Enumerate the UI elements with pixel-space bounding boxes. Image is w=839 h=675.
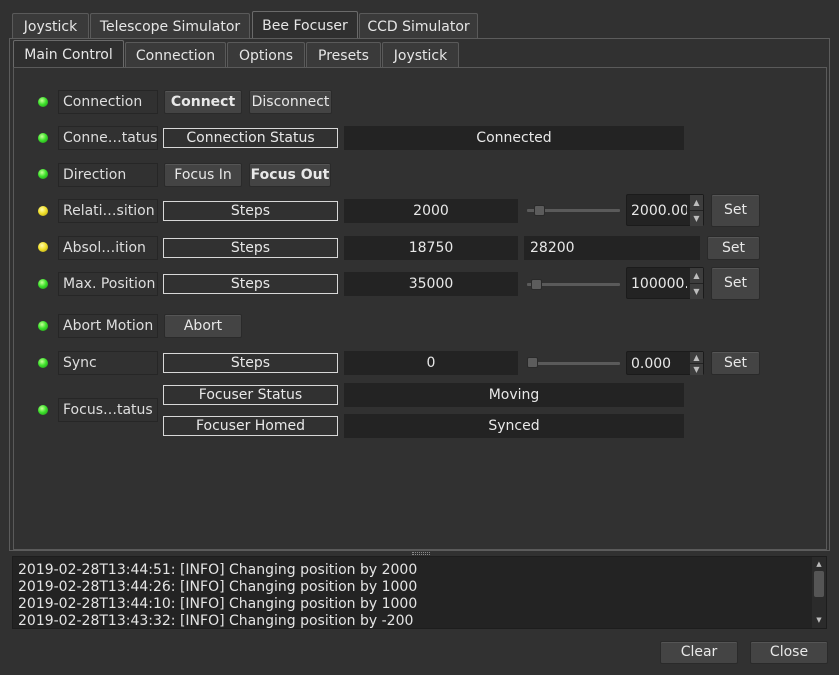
spin-up-icon[interactable]: ▲ — [690, 195, 703, 210]
tab-bee-focuser[interactable]: Bee Focuser — [252, 11, 358, 39]
sync-slider-handle[interactable] — [527, 357, 538, 368]
spin-down-icon[interactable]: ▼ — [690, 211, 703, 226]
scroll-thumb[interactable] — [814, 571, 824, 597]
abort-motion-led — [38, 321, 48, 331]
log-line: 2019-02-28T13:43:32: [INFO] Changing pos… — [18, 613, 414, 629]
connection-label: Connection — [58, 90, 158, 114]
absolute-position-led — [38, 242, 48, 252]
relative-unit-label: Steps — [163, 201, 338, 221]
tab-label: Presets — [318, 47, 369, 64]
close-button[interactable]: Close — [750, 641, 828, 664]
relative-position-label: Relati…sition — [58, 199, 158, 223]
relative-spin-value: 2000.00 — [631, 203, 687, 219]
max-position-slider-handle[interactable] — [531, 279, 542, 290]
tab-label: Connection — [135, 47, 216, 64]
abort-motion-label: Abort Motion — [58, 314, 158, 338]
tab-joystick[interactable]: Joystick — [12, 13, 89, 39]
focuser-status-value: Moving — [344, 383, 684, 407]
log-line: 2019-02-28T13:44:26: [INFO] Changing pos… — [18, 579, 418, 595]
max-position-set-button[interactable]: Set — [711, 267, 760, 300]
focuser-homed-value: Synced — [344, 414, 684, 438]
direction-status-led — [38, 169, 48, 179]
tab-ccd-simulator[interactable]: CCD Simulator — [359, 13, 478, 39]
tab-main-control[interactable]: Main Control — [13, 40, 124, 68]
max-position-value: 35000 — [344, 272, 518, 296]
conn-status-label: Conne…tatus — [58, 126, 158, 150]
max-position-spinbox[interactable]: 100000.0 ▲ ▼ — [626, 267, 704, 299]
abort-button[interactable]: Abort — [164, 314, 242, 338]
connection-status-led — [38, 97, 48, 107]
absolute-position-label: Absol…ition — [58, 236, 158, 260]
relative-value: 2000 — [344, 199, 518, 223]
absolute-set-button[interactable]: Set — [707, 236, 760, 260]
log-scrollbar[interactable]: ▲ ▼ — [812, 557, 826, 628]
conn-status-field-label: Connection Status — [163, 128, 338, 148]
disconnect-button[interactable]: Disconnect — [249, 90, 332, 114]
tab-connection[interactable]: Connection — [125, 42, 226, 68]
clear-button[interactable]: Clear — [660, 641, 738, 664]
tab-options[interactable]: Options — [227, 42, 305, 68]
spin-down-icon[interactable]: ▼ — [690, 364, 703, 375]
spin-up-icon[interactable]: ▲ — [690, 352, 703, 363]
relative-set-button[interactable]: Set — [711, 194, 760, 227]
splitter-handle[interactable] — [412, 552, 430, 555]
max-position-unit-label: Steps — [163, 274, 338, 294]
spin-down-icon[interactable]: ▼ — [690, 284, 703, 299]
tab-label: Options — [238, 47, 294, 64]
relative-slider-handle[interactable] — [534, 205, 545, 216]
focuser-status-led — [38, 405, 48, 415]
conn-status-value: Connected — [344, 126, 684, 150]
focuser-status-field-label: Focuser Status — [163, 385, 338, 405]
max-position-label: Max. Position — [58, 272, 158, 296]
relative-position-led — [38, 206, 48, 216]
focus-in-button[interactable]: Focus In — [164, 163, 242, 187]
tab-label: Bee Focuser — [262, 17, 348, 34]
absolute-input[interactable]: 28200 — [524, 236, 700, 260]
tab-label: CCD Simulator — [367, 18, 470, 35]
sync-spinbox[interactable]: 0.000 ▲ ▼ — [626, 351, 704, 375]
tab-label: Main Control — [24, 46, 113, 63]
log-line: 2019-02-28T13:44:51: [INFO] Changing pos… — [18, 562, 418, 578]
focuser-status-label: Focus…tatus — [58, 398, 158, 422]
absolute-unit-label: Steps — [163, 238, 338, 258]
sync-led — [38, 358, 48, 368]
focus-out-button[interactable]: Focus Out — [249, 163, 331, 187]
scroll-up-icon[interactable]: ▲ — [814, 559, 824, 569]
tab-label: Telescope Simulator — [99, 18, 241, 35]
sync-slider-groove[interactable] — [527, 362, 620, 365]
conn-status-led — [38, 133, 48, 143]
tab-telescope-simulator[interactable]: Telescope Simulator — [90, 13, 250, 39]
sync-unit-label: Steps — [163, 353, 338, 373]
sync-set-button[interactable]: Set — [711, 351, 760, 375]
tab-label: Joystick — [23, 18, 78, 35]
spin-up-icon[interactable]: ▲ — [690, 268, 703, 283]
max-position-spin-value: 100000.0 — [631, 276, 687, 292]
tab-joystick-sub[interactable]: Joystick — [382, 42, 459, 68]
tab-label: Joystick — [393, 47, 448, 64]
focuser-homed-field-label: Focuser Homed — [163, 416, 338, 436]
sync-value: 0 — [344, 351, 518, 375]
tab-presets[interactable]: Presets — [306, 42, 381, 68]
max-position-led — [38, 279, 48, 289]
sync-label: Sync — [58, 351, 158, 375]
direction-label: Direction — [58, 163, 158, 187]
scroll-down-icon[interactable]: ▼ — [814, 615, 824, 625]
connect-button[interactable]: Connect — [164, 90, 242, 114]
message-log[interactable]: 2019-02-28T13:44:51: [INFO] Changing pos… — [12, 556, 827, 629]
relative-spinbox[interactable]: 2000.00 ▲ ▼ — [626, 194, 704, 226]
absolute-value: 18750 — [344, 236, 518, 260]
sync-spin-value: 0.000 — [631, 356, 672, 372]
log-line: 2019-02-28T13:44:10: [INFO] Changing pos… — [18, 596, 418, 612]
